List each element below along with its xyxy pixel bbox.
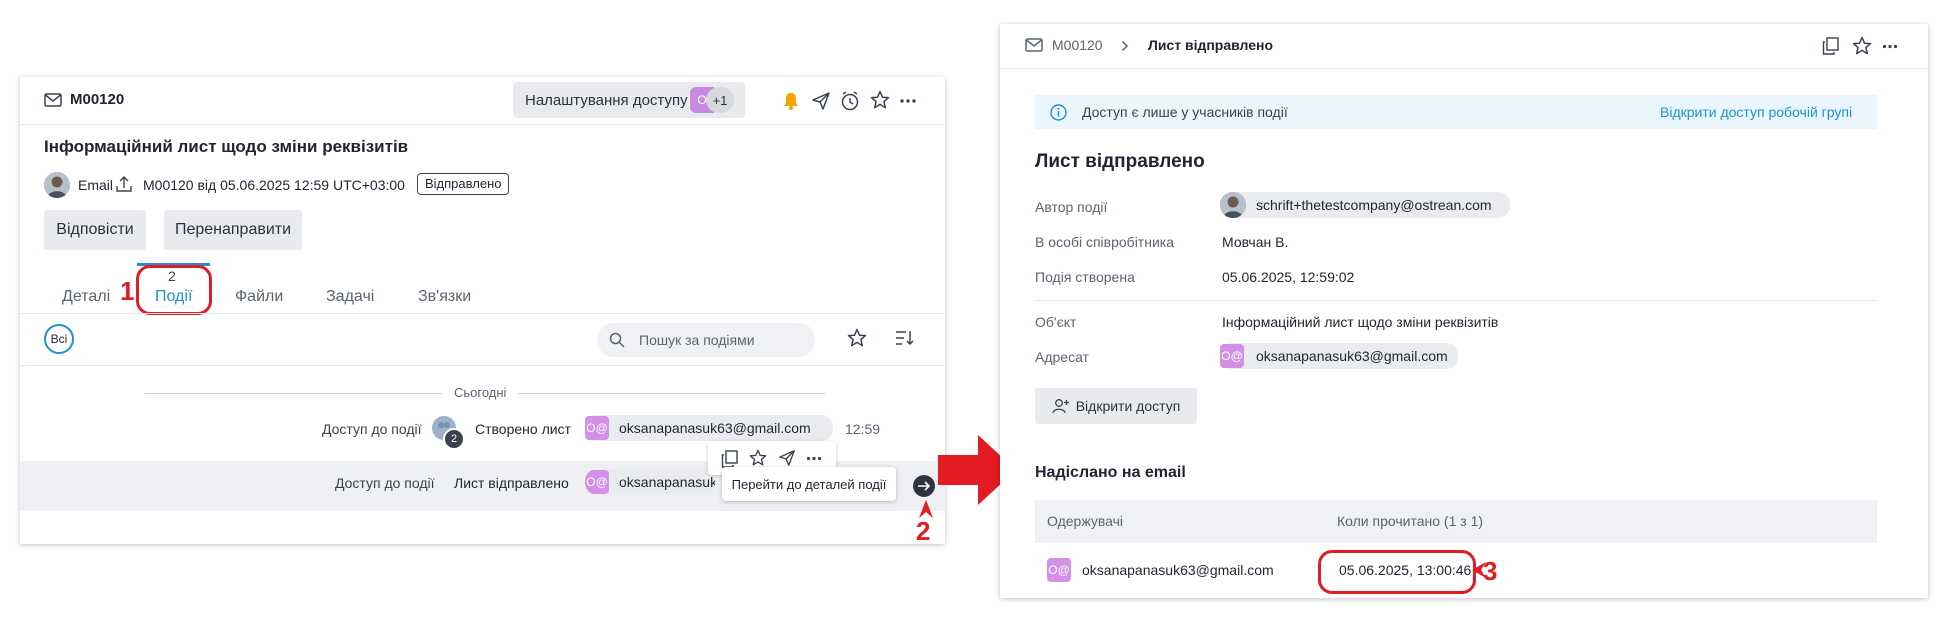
event-email: oksanapanasuk63@gmail.com: [619, 420, 811, 436]
annotation-number-3: 3: [1483, 556, 1498, 586]
access-info-text: Доступ є лише у учасників події: [1082, 104, 1288, 120]
row-email: oksanapanasuk63@gmail.com: [1082, 562, 1274, 578]
header-divider: [20, 124, 945, 125]
event-access-count: 2: [443, 428, 465, 450]
info-icon: [1050, 104, 1067, 121]
go-to-details-button[interactable]: [913, 475, 935, 497]
open-group-access-link[interactable]: Відкрити доступ робочій групі: [1660, 104, 1852, 120]
meta-reference: M00120 від 05.06.2025 12:59 UTC+03:00: [143, 177, 405, 193]
author-chip[interactable]: schrift+thetestcompany@ostrean.com: [1220, 192, 1510, 218]
arrow-right-icon: [918, 481, 931, 491]
fields-divider: [1035, 300, 1877, 301]
avatar: [44, 172, 70, 198]
tab-details[interactable]: Деталі: [62, 288, 110, 306]
event-access-label[interactable]: Доступ до події: [322, 421, 422, 437]
page-title: Інформаційний лист щодо зміни реквізитів: [44, 137, 409, 156]
access-more-count: +1: [706, 87, 734, 113]
date-separator-label: Сьогодні: [442, 385, 519, 400]
author-label: Автор події: [1035, 199, 1108, 215]
star-icon[interactable]: [749, 449, 767, 467]
breadcrumb-record-id[interactable]: M00120: [1052, 37, 1103, 53]
reply-button[interactable]: Відповісти: [44, 210, 146, 250]
access-info-banner: Доступ є лише у учасників події Відкрити…: [1035, 95, 1877, 129]
open-access-button[interactable]: Відкрити доступ: [1035, 388, 1197, 424]
sent-heading: Надіслано на email: [1035, 464, 1186, 481]
breadcrumb-current: Лист відправлено: [1148, 37, 1274, 53]
tooltip-text: Перейти до деталей події: [731, 476, 887, 492]
event-email-chip[interactable]: О@ oksanapanasuk63@gmail.com: [585, 415, 833, 441]
filter-divider: [20, 365, 945, 366]
details-heading: Лист відправлено: [1035, 151, 1205, 172]
recipient-chip[interactable]: О@ oksanapanasuk63@gmail.com: [1220, 343, 1458, 369]
meta-channel: Email: [78, 177, 114, 193]
envelope-icon: [44, 93, 62, 107]
filter-all-button[interactable]: Всі: [44, 324, 74, 354]
chevron-right-icon: [1121, 40, 1129, 52]
event-list-panel: M00120 Налаштування доступу О +1 Інформа…: [20, 77, 945, 544]
recipient-avatar: О@: [1220, 344, 1244, 368]
annotation-number-1: 1: [120, 276, 135, 306]
add-user-icon: [1052, 399, 1069, 414]
more-icon[interactable]: [899, 98, 917, 104]
send-icon[interactable]: [778, 449, 796, 467]
annotation-ring-1: [136, 265, 212, 315]
event-email-chip[interactable]: О@ oksanapanasuk63@gmail.com: [585, 469, 715, 495]
tab-links[interactable]: Зв'язки: [418, 288, 471, 306]
annotation-number-2: 2: [916, 516, 931, 546]
tooltip: Перейти до деталей події: [722, 467, 896, 501]
record-id: M00120: [70, 91, 125, 108]
more-icon[interactable]: [806, 456, 822, 461]
more-icon[interactable]: [1882, 44, 1898, 49]
event-action: Лист відправлено: [454, 475, 569, 491]
email-avatar: О@: [585, 470, 609, 494]
tabs-divider: [20, 313, 945, 314]
filter-all-label: Всі: [50, 332, 68, 346]
search-icon: [609, 332, 625, 348]
col-read: Коли прочитано (1 з 1): [1337, 513, 1484, 529]
event-email: oksanapanasuk63@gmail.com: [619, 474, 715, 490]
event-action: Створено лист: [475, 421, 571, 437]
access-settings-button[interactable]: Налаштування доступу О +1: [513, 82, 745, 118]
access-settings-label: Налаштування доступу: [525, 91, 688, 109]
sort-filter-icon[interactable]: [894, 329, 914, 347]
forward-button[interactable]: Перенаправити: [164, 210, 302, 250]
header-divider: [1000, 68, 1928, 69]
recipients-table-header: Одержувачі Коли прочитано (1 з 1): [1035, 500, 1877, 543]
recipient-label: Адресат: [1035, 349, 1089, 365]
annotation-ring-3: [1318, 550, 1476, 594]
email-avatar: О@: [585, 416, 609, 440]
author-email: schrift+thetestcompany@ostrean.com: [1256, 197, 1492, 213]
alarm-clock-icon[interactable]: [840, 90, 860, 112]
tab-files[interactable]: Файли: [235, 288, 283, 306]
status-badge: Відправлено: [417, 173, 510, 195]
bell-icon[interactable]: [782, 91, 800, 111]
send-icon[interactable]: [811, 91, 831, 111]
employee-label: В особі співробітника: [1035, 234, 1174, 250]
event-access-label[interactable]: Доступ до події: [335, 475, 435, 491]
tab-tasks[interactable]: Задачі: [326, 288, 374, 306]
col-recipients: Одержувачі: [1047, 513, 1124, 529]
employee-value: Мовчан В.: [1222, 234, 1289, 250]
copy-icon[interactable]: [1822, 37, 1840, 55]
object-value[interactable]: Інформаційний лист щодо зміни реквізитів: [1222, 314, 1498, 330]
event-time: 12:59: [845, 421, 881, 437]
created-value: 05.06.2025, 12:59:02: [1222, 269, 1355, 285]
search-input[interactable]: Пошук за подіями: [597, 323, 815, 357]
envelope-icon: [1025, 38, 1043, 52]
star-icon[interactable]: [870, 90, 890, 110]
favorites-filter-star-icon[interactable]: [847, 328, 867, 348]
event-details-panel: M00120 Лист відправлено Доступ є лише у …: [1000, 24, 1928, 598]
recipient-email: oksanapanasuk63@gmail.com: [1256, 348, 1448, 364]
upload-icon: [116, 176, 132, 192]
search-placeholder: Пошук за подіями: [639, 332, 755, 348]
recipient-avatar: О@: [1047, 558, 1071, 582]
copy-icon[interactable]: [721, 450, 739, 468]
author-avatar: [1220, 192, 1246, 218]
star-icon[interactable]: [1852, 36, 1872, 56]
created-label: Подія створена: [1035, 269, 1135, 285]
open-access-label: Відкрити доступ: [1075, 398, 1181, 414]
object-label: Об'єкт: [1035, 314, 1077, 330]
